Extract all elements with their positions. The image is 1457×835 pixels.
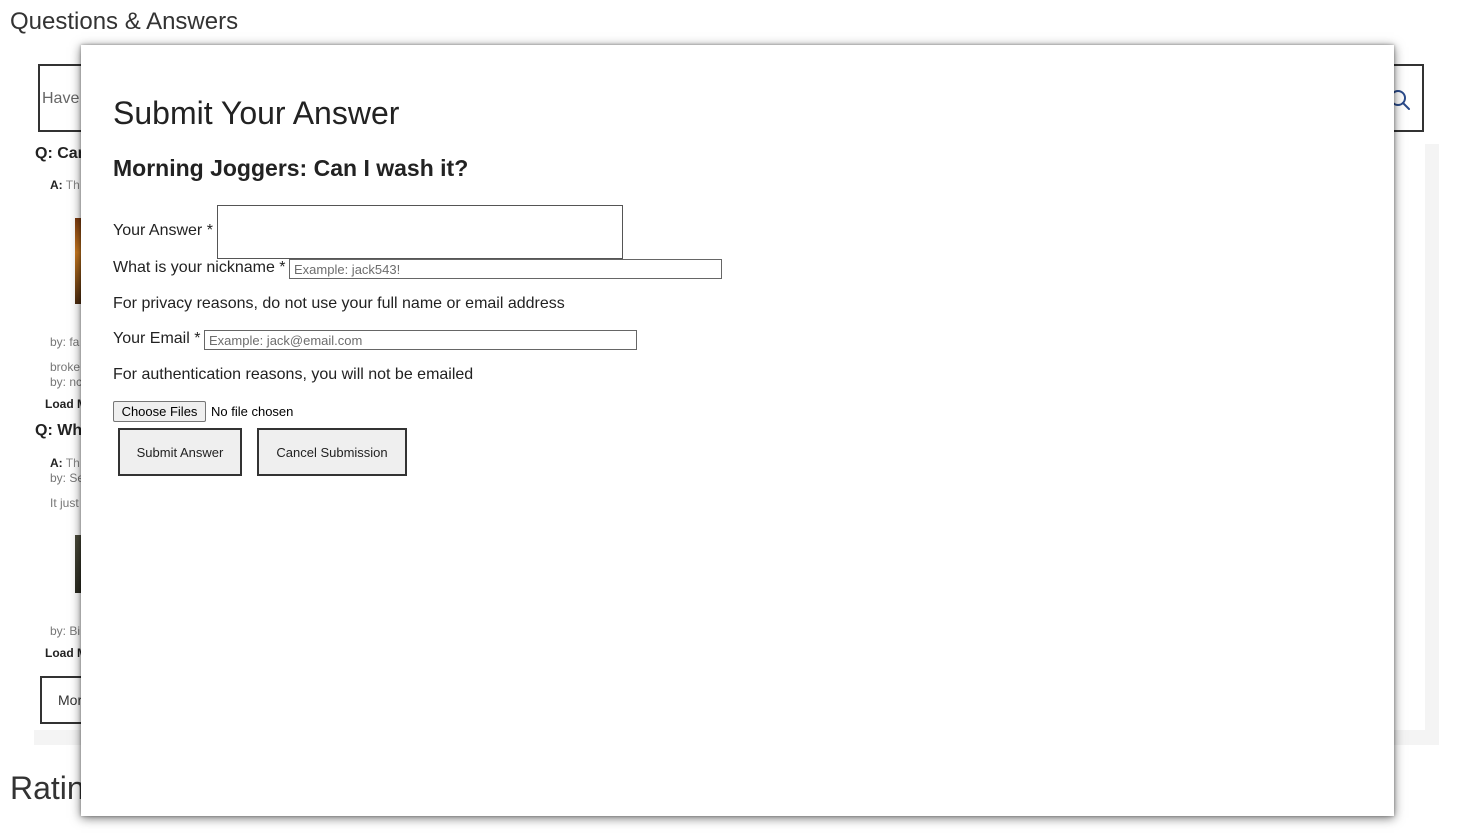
modal-title: Submit Your Answer bbox=[113, 95, 400, 131]
question-1: Q: Can bbox=[35, 145, 88, 162]
answer-2-text: broke bbox=[50, 360, 81, 374]
answer-1-author: by: fa bbox=[50, 335, 80, 349]
answer-1: A: Th bbox=[50, 178, 80, 192]
submit-answer-modal: Submit Your Answer Morning Joggers: Can … bbox=[81, 45, 1394, 816]
privacy-note: For privacy reasons, do not use your ful… bbox=[113, 295, 565, 312]
answer-1-text: Th bbox=[65, 178, 80, 192]
answer-3-text: Th bbox=[65, 456, 80, 470]
product-page: Questions & Answers Q: Can A: Th by: fa … bbox=[0, 0, 1457, 835]
answer-4-author: by: Bi bbox=[50, 624, 81, 638]
modal-question-subtitle: Morning Joggers: Can I wash it? bbox=[113, 155, 469, 181]
authentication-note: For authentication reasons, you will not… bbox=[113, 366, 474, 383]
submit-answer-button[interactable]: Submit Answer bbox=[118, 428, 242, 476]
file-status-text: No file chosen bbox=[211, 404, 294, 419]
nickname-label: What is your nickname * bbox=[113, 259, 286, 276]
answer-prefix: A: bbox=[50, 178, 63, 192]
cancel-submission-button[interactable]: Cancel Submission bbox=[257, 428, 407, 476]
answer-2-author: by: nc bbox=[50, 375, 83, 389]
email-label: Your Email * bbox=[113, 330, 201, 347]
qa-section-title: Questions & Answers bbox=[10, 8, 239, 35]
answer-prefix: A: bbox=[50, 456, 63, 470]
question-2: Q: Wh bbox=[35, 422, 83, 439]
email-input[interactable] bbox=[204, 330, 637, 350]
ratings-section-title: Ratin bbox=[10, 770, 85, 806]
answer-4-text: It just bbox=[50, 496, 79, 510]
nickname-input[interactable] bbox=[289, 259, 722, 279]
answer-label: Your Answer * bbox=[113, 222, 213, 239]
choose-files-button[interactable]: Choose Files bbox=[113, 401, 206, 422]
answer-textarea[interactable] bbox=[217, 205, 623, 259]
answer-3: A: Th bbox=[50, 456, 80, 470]
answer-3-author: by: Se bbox=[50, 471, 85, 485]
